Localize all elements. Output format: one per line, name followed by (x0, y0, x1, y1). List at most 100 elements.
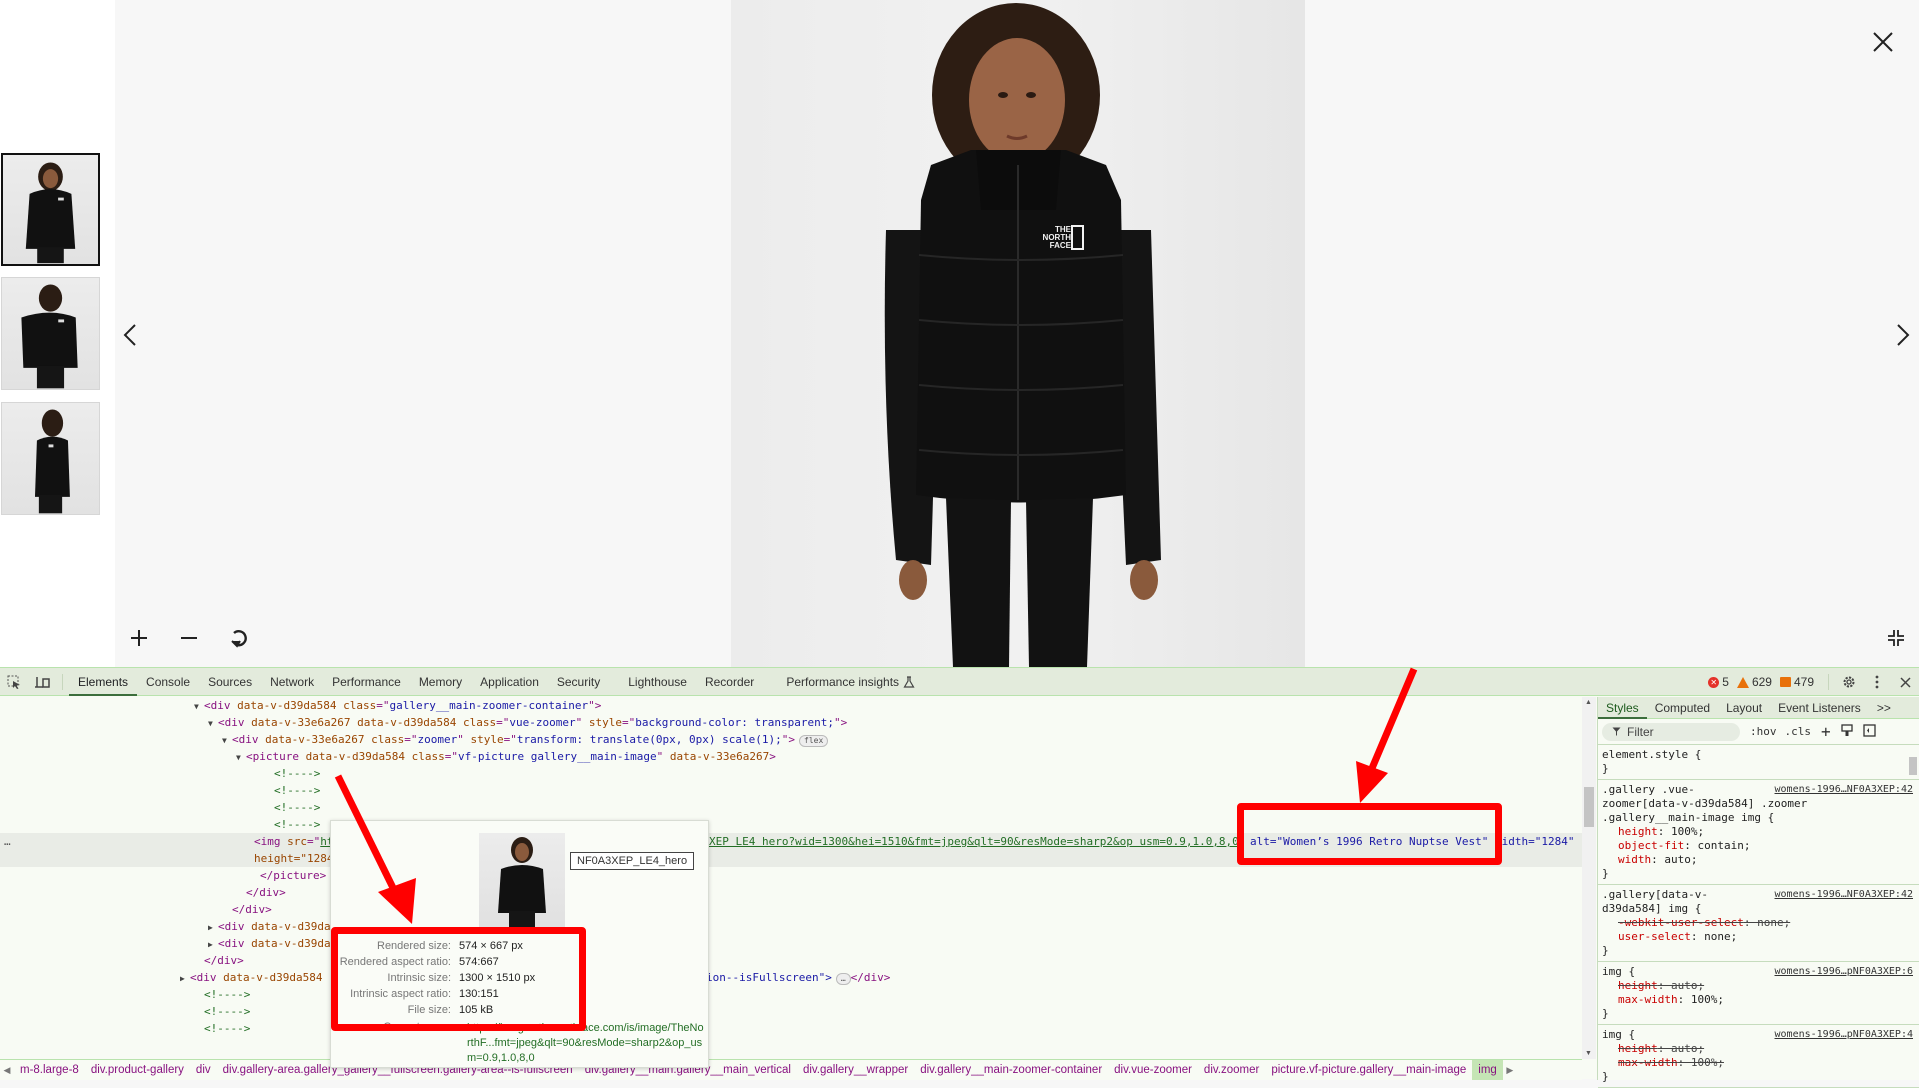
tab-performance[interactable]: Performance (323, 668, 410, 696)
style-rule[interactable]: .gallery[data-v- d39da584] img {womens-1… (1598, 885, 1919, 962)
expand-toggle-icon[interactable]: ▼ (208, 715, 218, 732)
toggle-sidebar-button[interactable] (1862, 723, 1876, 740)
tab-console[interactable]: Console (137, 668, 199, 696)
dom-node-line[interactable]: </div> (0, 952, 1582, 969)
tab-sources[interactable]: Sources (199, 668, 261, 696)
next-image-button[interactable] (1888, 315, 1918, 355)
breadcrumb-item[interactable]: div.gallery__wrapper (797, 1060, 914, 1080)
breadcrumb-item[interactable]: div (190, 1060, 217, 1080)
tab-lighthouse[interactable]: Lighthouse (619, 668, 696, 696)
more-tabs-button[interactable]: >> (1869, 697, 1899, 719)
style-property[interactable]: height: 100%; (1602, 825, 1915, 839)
dom-node-line[interactable]: </div> (0, 884, 1582, 901)
node-actions-ellipsis[interactable]: … (4, 833, 11, 850)
reset-button[interactable] (224, 623, 254, 653)
tab-network[interactable]: Network (261, 668, 323, 696)
rule-source-link[interactable]: womens-1996…NF0A3XEP:42 (1775, 783, 1913, 797)
dom-node-line[interactable]: ▶ <div data-v-d39da584 ion--isFullscreen">… (0, 969, 1582, 986)
elements-dom-tree[interactable]: ▼ <div data-v-d39da584 class="gallery__ma… (0, 697, 1582, 1059)
main-product-image[interactable]: THE NORTH FACE (731, 0, 1305, 667)
style-property[interactable]: max-width: 100%; (1602, 1056, 1915, 1070)
breadcrumb-item[interactable]: div.vue-zoomer (1108, 1060, 1198, 1080)
tab-recorder[interactable]: Recorder (696, 668, 763, 696)
scroll-down-arrow[interactable]: ▼ (1585, 1050, 1592, 1057)
dom-node-line[interactable]: ▼ <picture data-v-d39da584 class="vf-pict… (0, 748, 1582, 765)
rule-source-link[interactable]: womens-1996…pNF0A3XEP:6 (1775, 965, 1913, 979)
tab-styles[interactable]: Styles (1598, 697, 1647, 719)
breadcrumb-item[interactable]: div.product-gallery (85, 1060, 190, 1080)
tab-memory[interactable]: Memory (410, 668, 471, 696)
dom-node-line[interactable]: ▼ <div data-v-33e6a267 data-v-d39da584 cl… (0, 714, 1582, 731)
style-property[interactable]: width: auto; (1602, 853, 1915, 867)
dom-node-line[interactable]: <!----> (0, 986, 1582, 1003)
dom-node-line[interactable]: ▶ <div data-v-d39da58 (0, 935, 1582, 952)
dom-node-line[interactable]: <!----> (0, 799, 1582, 816)
style-rule[interactable]: .gallery .vue- zoomer[data-v-d39da584] .… (1598, 780, 1919, 885)
breadcrumb-item[interactable]: m-8.large-8 (14, 1060, 85, 1080)
dom-node-line[interactable]: </div> (0, 901, 1582, 918)
flex-badge[interactable]: flex (799, 735, 829, 747)
more-options-button[interactable] (1863, 668, 1891, 696)
close-button[interactable] (1863, 22, 1903, 62)
new-style-rule-button[interactable]: + (1821, 722, 1831, 741)
thumbnail-front[interactable] (1, 153, 100, 266)
dom-node-line[interactable]: </picture> (0, 867, 1582, 884)
hover-state-toggle[interactable]: :hov (1750, 725, 1777, 738)
dom-node-line[interactable]: <!----> (0, 816, 1582, 833)
styles-filter-input[interactable]: Filter (1602, 722, 1740, 741)
style-property[interactable]: height: auto; (1602, 979, 1915, 993)
style-rule[interactable]: element.style {} (1598, 745, 1919, 780)
rule-source-link[interactable]: womens-1996…NF0A3XEP:42 (1775, 888, 1913, 902)
ellipsis-expand-button[interactable]: … (835, 973, 851, 985)
breadcrumb-scroll-left[interactable]: ◀ (0, 1065, 14, 1076)
rule-source-link[interactable]: womens-1996…pNF0A3XEP:4 (1775, 1028, 1913, 1042)
warning-count[interactable]: 629 (1736, 675, 1772, 689)
tab-security[interactable]: Security (548, 668, 609, 696)
close-devtools-button[interactable] (1891, 668, 1919, 696)
selected-dom-node[interactable]: … <img src="ht XEP LE4 hero?wid=1300&hei=1… (0, 833, 1582, 867)
breadcrumb-scroll-right[interactable]: ▶ (1503, 1065, 1517, 1076)
thumbnail-side[interactable] (1, 402, 100, 515)
style-property[interactable]: height: auto; (1602, 1042, 1915, 1056)
device-toolbar-button[interactable] (28, 668, 56, 696)
class-toggle[interactable]: .cls (1785, 725, 1812, 738)
expand-toggle-icon[interactable]: ▶ (180, 970, 190, 987)
style-property[interactable]: -webkit-user-select: none; (1602, 916, 1915, 930)
exit-fullscreen-button[interactable] (1881, 623, 1911, 653)
styles-scrollbar[interactable] (1907, 747, 1919, 1077)
style-property[interactable]: user-select: none; (1602, 930, 1915, 944)
style-property[interactable]: max-width: 100%; (1602, 993, 1915, 1007)
dom-node-line[interactable]: <!----> (0, 765, 1582, 782)
dom-node-line[interactable]: <!----> (0, 1003, 1582, 1020)
style-rule[interactable]: img {womens-1996…pNF0A3XEP:6 height: auto… (1598, 962, 1919, 1025)
tab-performance-insights[interactable]: Performance insights (777, 668, 924, 696)
expand-toggle-icon[interactable]: ▶ (208, 919, 218, 936)
issues-count[interactable]: 479 (1779, 675, 1814, 689)
inspect-element-button[interactable] (0, 668, 28, 696)
thumbnail-back[interactable] (1, 277, 100, 390)
previous-image-button[interactable] (115, 315, 145, 355)
styles-scroll-thumb[interactable] (1909, 757, 1917, 775)
breadcrumb-item[interactable]: div.gallery__main-zoomer-container (914, 1060, 1108, 1080)
dom-node-line[interactable]: ▶ <div data-v-d39da58 (0, 918, 1582, 935)
tab-layout[interactable]: Layout (1718, 697, 1770, 719)
error-count[interactable]: ✕ 5 (1708, 675, 1729, 689)
dom-node-line[interactable]: <!----> (0, 1020, 1582, 1037)
breadcrumb-item[interactable]: div.zoomer (1198, 1060, 1265, 1080)
tab-application[interactable]: Application (471, 668, 548, 696)
dom-tree-scroll-thumb[interactable] (1584, 787, 1594, 827)
zoom-out-button[interactable] (174, 623, 204, 653)
dom-node-line[interactable]: ▼ <div data-v-33e6a267 class="zoomer" sty… (0, 731, 1582, 748)
expand-toggle-icon[interactable]: ▼ (222, 732, 232, 749)
settings-button[interactable] (1835, 668, 1863, 696)
expand-toggle-icon[interactable]: ▶ (208, 936, 218, 953)
breadcrumb-item[interactable]: img (1472, 1060, 1503, 1080)
scroll-up-arrow[interactable]: ▲ (1585, 699, 1592, 706)
img-src-url-link[interactable]: XEP LE4 hero?wid=1300&hei=1510&fmt=jpeg&… (709, 833, 1239, 850)
dom-node-line[interactable]: <!----> (0, 782, 1582, 799)
expand-toggle-icon[interactable]: ▼ (236, 749, 246, 766)
zoom-in-button[interactable] (124, 623, 154, 653)
style-property[interactable]: object-fit: contain; (1602, 839, 1915, 853)
tab-event-listeners[interactable]: Event Listeners (1770, 697, 1869, 719)
tab-computed[interactable]: Computed (1647, 697, 1718, 719)
